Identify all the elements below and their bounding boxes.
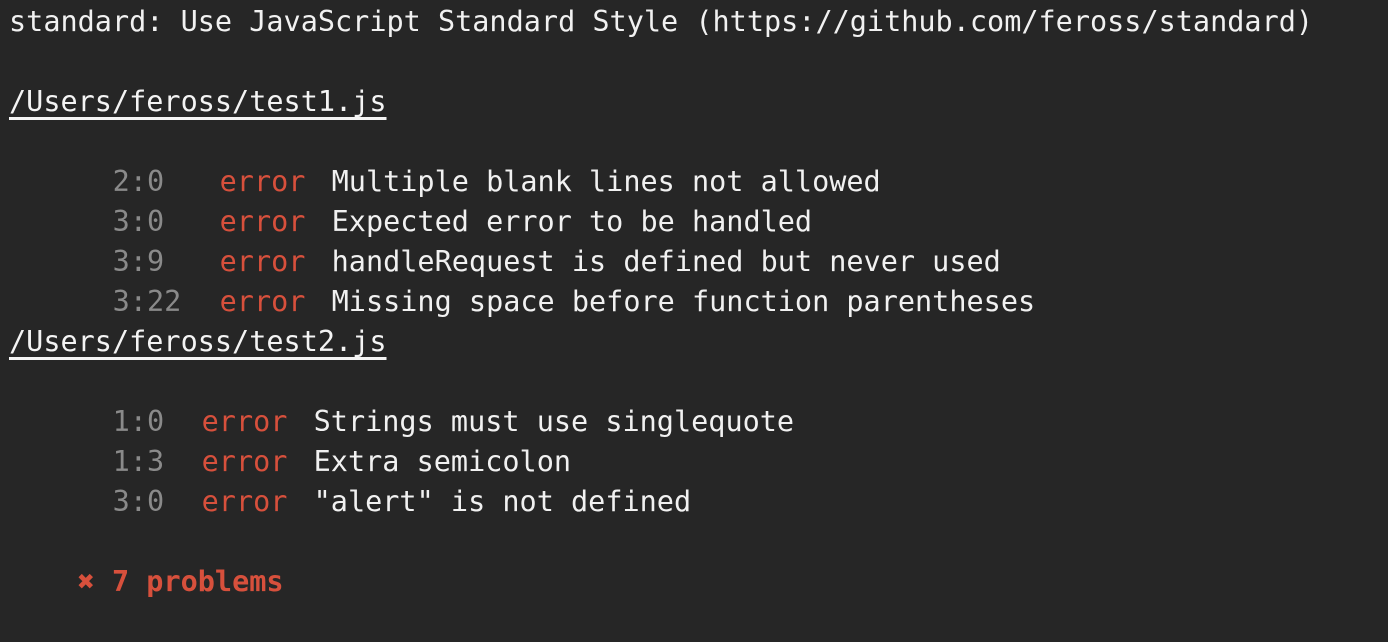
x-icon: ✖ (77, 565, 95, 598)
problem-row: 1:3 error Extra semicolon (9, 402, 571, 478)
problem-position: 3:22 (112, 285, 182, 318)
file-path: /Users/feross/test2.js (9, 325, 387, 358)
problem-row: 3:0 error Expected error to be handled (9, 162, 812, 238)
problem-severity: error (201, 485, 288, 518)
problem-message: "alert" is not defined (313, 485, 692, 518)
header-line: standard: Use JavaScript Standard Style … (9, 5, 1314, 38)
problem-row: 1:0 error Strings must use singlequote (9, 362, 794, 438)
problem-row: 3:22 error Missing space before function p… (9, 242, 1036, 318)
problem-severity: error (219, 285, 306, 318)
problem-count: 7 problems (111, 565, 284, 598)
problem-row: 2:0 error Multiple blank lines not allowed (9, 122, 881, 198)
problem-row: 3:0 error "alert" is not defined (9, 442, 692, 518)
problem-message: Missing space before function parenthese… (331, 285, 1036, 318)
problem-position: 3:0 (112, 485, 165, 518)
file-path: /Users/feross/test1.js (9, 85, 387, 118)
summary-line: ✖ 7 problems (9, 522, 284, 598)
problem-row: 3:9 error handleRequest is defined but nev… (9, 202, 1001, 278)
